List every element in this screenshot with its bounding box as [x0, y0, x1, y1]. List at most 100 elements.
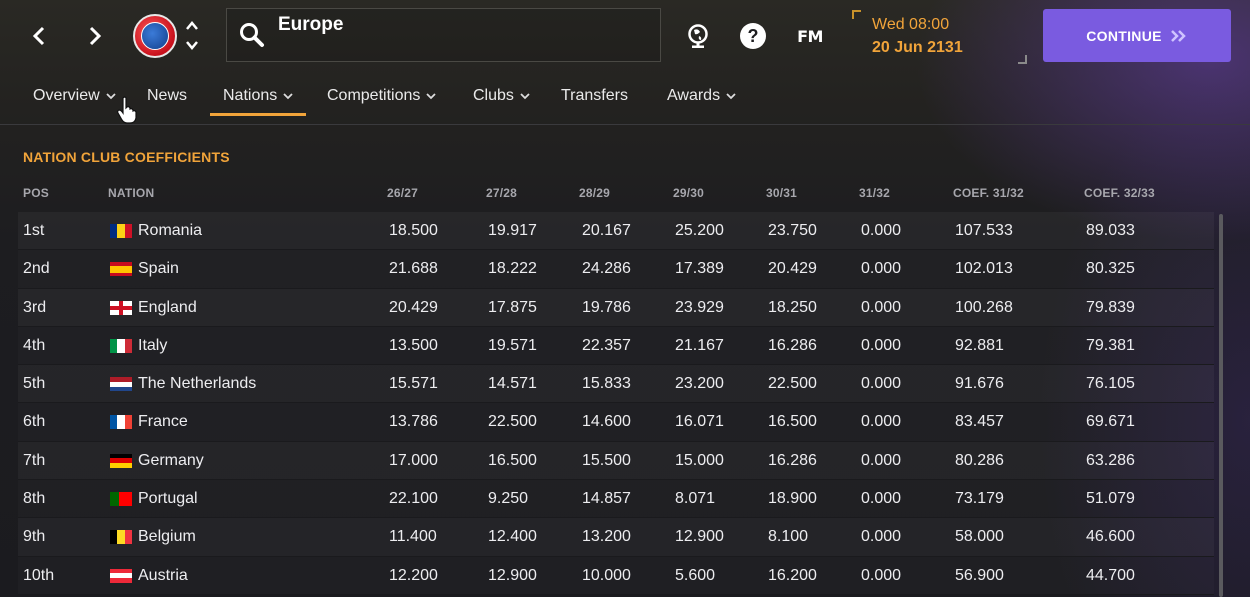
nation-link[interactable]: Belgium: [138, 518, 196, 556]
value-cell: 12.400: [488, 528, 537, 546]
back-button[interactable]: [24, 18, 54, 54]
table-row[interactable]: 4th Italy 13.500 19.571 22.357 21.167 16.286 0.…: [18, 327, 1214, 366]
value-cell: 22.357: [582, 336, 631, 354]
value-cell: 16.286: [768, 451, 817, 469]
value-cell: 15.500: [582, 451, 631, 469]
col-header-3132[interactable]: 31/32: [859, 186, 890, 200]
value-cell: 16.200: [768, 566, 817, 584]
value-cell: 10.000: [582, 566, 631, 584]
col-header-2728[interactable]: 27/28: [486, 186, 517, 200]
value-cell: 0.000: [861, 336, 902, 354]
value-cell: 16.286: [768, 336, 817, 354]
nation-link[interactable]: France: [138, 403, 188, 441]
value-cell: 13.786: [389, 413, 438, 431]
value-cell: 79.839: [1086, 298, 1135, 316]
value-cell: 0.000: [861, 298, 902, 316]
value-cell: 5.600: [675, 566, 716, 584]
nation-link[interactable]: England: [138, 289, 197, 327]
value-cell: 17.875: [488, 298, 537, 316]
row-position: 7th: [23, 451, 46, 469]
col-header-2930[interactable]: 29/30: [673, 186, 704, 200]
tab-clubs[interactable]: Clubs: [473, 76, 530, 116]
col-header-2829[interactable]: 28/29: [579, 186, 610, 200]
value-cell: 16.500: [768, 413, 817, 431]
table-row[interactable]: 10th Austria 12.200 12.900 10.000 5.600 16.200…: [18, 557, 1214, 595]
nation-link[interactable]: Portugal: [138, 480, 198, 518]
tab-transfers[interactable]: Transfers: [561, 76, 628, 116]
table-row[interactable]: 6th France 13.786 22.500 14.600 16.071 16.500 0…: [18, 403, 1214, 442]
scrollbar[interactable]: [1219, 214, 1223, 597]
value-cell: 58.000: [955, 528, 1004, 546]
flag-spain-icon: [110, 262, 132, 277]
tab-label: Awards: [667, 87, 721, 104]
value-cell: 14.571: [488, 375, 537, 393]
value-cell: 17.000: [389, 451, 438, 469]
value-cell: 11.400: [389, 528, 437, 546]
col-header-nation[interactable]: NATION: [108, 186, 154, 200]
value-cell: 92.881: [955, 336, 1004, 354]
nation-link[interactable]: Austria: [138, 557, 188, 595]
value-cell: 0.000: [861, 222, 902, 239]
tab-overview[interactable]: Overview: [33, 76, 116, 116]
value-cell: 44.700: [1086, 566, 1135, 584]
tab-competitions[interactable]: Competitions: [327, 76, 437, 116]
value-cell: 18.222: [488, 260, 537, 278]
tab-nations[interactable]: Nations: [209, 76, 307, 116]
table-row[interactable]: 5th The Netherlands 15.571 14.571 15.833 23.2…: [18, 365, 1214, 404]
nation-link[interactable]: Germany: [138, 442, 204, 480]
tab-label: Transfers: [561, 87, 628, 104]
value-cell: 0.000: [861, 451, 902, 469]
search-field[interactable]: Europe: [226, 8, 661, 62]
value-cell: 12.900: [675, 528, 724, 546]
value-cell: 100.268: [955, 298, 1013, 316]
nation-link[interactable]: Romania: [138, 212, 202, 250]
col-header-pos[interactable]: POS: [23, 186, 49, 200]
value-cell: 15.000: [675, 451, 724, 469]
game-date[interactable]: Wed 08:00 20 Jun 2131: [852, 10, 1027, 64]
table-row[interactable]: 2nd Spain 21.688 18.222 24.286 17.389 20.429 0.…: [18, 250, 1214, 289]
uefa-logo[interactable]: [133, 14, 177, 58]
value-cell: 12.200: [389, 566, 438, 584]
flag-austria-icon: [110, 568, 132, 583]
value-cell: 17.389: [675, 260, 724, 278]
flag-italy-icon: [110, 338, 132, 353]
nation-link[interactable]: The Netherlands: [138, 365, 256, 403]
table-row[interactable]: 8th Portugal 22.100 9.250 14.857 8.071 18.900 0…: [18, 480, 1214, 519]
col-header-coef-3233[interactable]: COEF. 32/33: [1084, 186, 1155, 200]
top-bar: Europe ? FM Wed 08:00 20 Jun 2131 CONTIN…: [0, 0, 1250, 72]
chevron-down-icon: [283, 92, 293, 99]
continue-button[interactable]: CONTINUE: [1043, 9, 1231, 62]
value-cell: 0.000: [861, 528, 902, 546]
row-position: 4th: [23, 336, 46, 354]
help-button[interactable]: ?: [739, 22, 767, 50]
globe-button[interactable]: [684, 22, 712, 50]
globe-icon: [688, 24, 708, 48]
value-cell: 0.000: [861, 566, 902, 584]
col-header-2627[interactable]: 26/27: [387, 186, 418, 200]
table-row[interactable]: 9th Belgium 11.400 12.400 13.200 12.900 8.100 0…: [18, 518, 1214, 557]
tab-news[interactable]: News: [147, 76, 187, 116]
flag-portugal-icon: [110, 492, 132, 507]
forward-button[interactable]: [80, 18, 110, 54]
date-full: 20 Jun 2131: [872, 39, 963, 56]
section-title: NATION CLUB COEFFICIENTS: [23, 149, 230, 165]
table-row[interactable]: 7th Germany 17.000 16.500 15.500 15.000 16.286…: [18, 441, 1214, 481]
table-row[interactable]: 3rd England 20.429 17.875 19.786 23.929 18.250…: [18, 288, 1214, 327]
value-cell: 16.071: [675, 413, 724, 431]
tab-awards[interactable]: Awards: [667, 76, 736, 116]
value-cell: 18.900: [768, 490, 817, 508]
col-header-coef-3132[interactable]: COEF. 31/32: [953, 186, 1024, 200]
up-down-icon[interactable]: [184, 18, 200, 54]
value-cell: 63.286: [1086, 451, 1135, 469]
nation-link[interactable]: Spain: [138, 250, 179, 288]
col-header-3031[interactable]: 30/31: [766, 186, 797, 200]
fm-logo: FM: [797, 26, 823, 46]
value-cell: 20.429: [389, 298, 438, 316]
value-cell: 23.750: [768, 222, 817, 239]
flag-romania-icon: [110, 224, 132, 238]
fm-button[interactable]: FM: [795, 22, 825, 50]
forward-arrow-icon: [89, 26, 102, 46]
table-row[interactable]: 1st Romania 18.500 19.917 20.167 25.200 23.750…: [18, 212, 1214, 251]
nation-link[interactable]: Italy: [138, 327, 167, 365]
flag-germany-icon: [110, 453, 132, 468]
